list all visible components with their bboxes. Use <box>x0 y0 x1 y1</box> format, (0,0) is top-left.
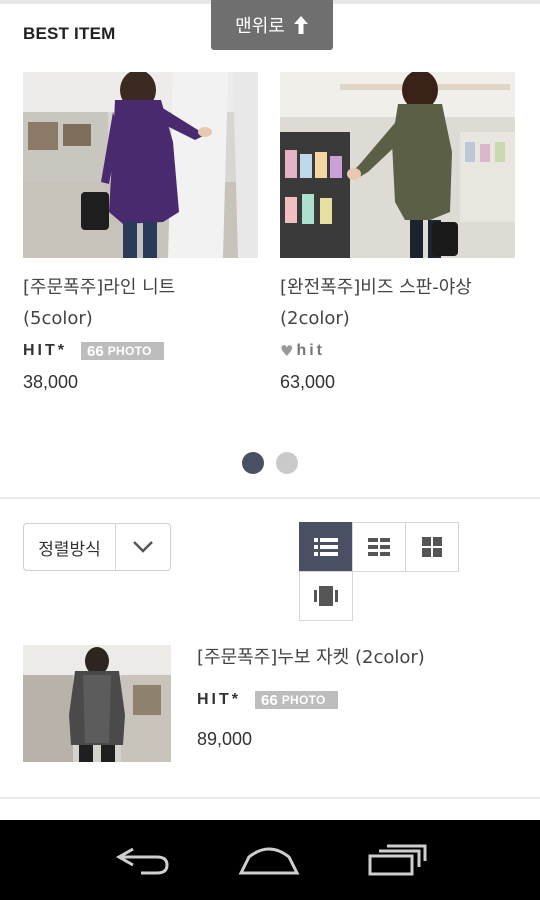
back-icon[interactable] <box>113 843 171 877</box>
grid-2-view-button[interactable] <box>352 522 406 572</box>
recent-apps-icon[interactable] <box>367 843 427 877</box>
product-name-line: (2color) <box>280 308 350 329</box>
section-title: BEST ITEM <box>23 24 116 43</box>
sort-dropdown[interactable]: 정렬방식 <box>23 523 171 571</box>
photo-count: 66 <box>87 342 104 360</box>
photo-label: PHOTO <box>107 344 152 358</box>
product-image[interactable] <box>23 72 258 258</box>
list-view-button[interactable] <box>299 522 353 572</box>
arrow-up-icon <box>293 16 308 34</box>
sort-dropdown-button[interactable] <box>116 524 170 570</box>
product-image[interactable] <box>280 72 515 258</box>
product-price: 38,000 <box>23 372 79 392</box>
badge-row: HIT* 66 PHOTO <box>197 691 425 709</box>
hit-badge: HIT* <box>197 691 241 708</box>
hit-badge: HIT* <box>23 342 67 359</box>
carousel-dot[interactable] <box>276 452 298 474</box>
view-mode-toggle <box>299 522 459 621</box>
home-icon[interactable] <box>237 843 301 877</box>
product-name[interactable]: [완전폭주]비즈 스판-야상 (2color) <box>280 272 515 334</box>
chevron-down-icon <box>133 541 153 553</box>
product-name-line: [주문폭주]라인 니트 <box>23 277 176 298</box>
photo-count: 66 <box>261 691 278 709</box>
to-top-label: 맨위로 <box>235 16 285 37</box>
product-card[interactable]: [완전폭주]비즈 스판-야상 (2color) ♥ hit 63,000 <box>280 72 515 393</box>
product-image[interactable] <box>23 645 171 762</box>
product-card[interactable]: [주문폭주]라인 니트 (5color) HIT* 66 PHOTO 38,00… <box>23 72 258 393</box>
hit-label: hit <box>296 342 325 359</box>
sort-label: 정렬방식 <box>24 524 116 570</box>
carousel-pagination <box>0 452 540 474</box>
photo-review-badge: 66 PHOTO <box>81 342 164 360</box>
section-divider <box>0 497 540 499</box>
system-nav-bar <box>0 820 540 900</box>
single-view-icon <box>314 586 338 606</box>
scroll-to-top-button[interactable]: 맨위로 <box>211 0 333 50</box>
photo-review-badge: 66 PHOTO <box>255 691 338 709</box>
product-name-line: (5color) <box>23 308 93 329</box>
list-view-icon <box>314 538 338 556</box>
list-item[interactable]: [주문폭주]누보 자켓 (2color) HIT* 66 PHOTO 89,00… <box>23 645 523 763</box>
grid-2-view-icon <box>368 538 390 556</box>
photo-label: PHOTO <box>281 693 326 707</box>
grid-4-view-icon <box>422 537 442 557</box>
heart-icon: ♥ <box>280 342 294 360</box>
product-name[interactable]: [주문폭주]라인 니트 (5color) <box>23 272 258 334</box>
grid-4-view-button[interactable] <box>405 522 459 572</box>
product-price: 89,000 <box>197 729 253 749</box>
product-price: 63,000 <box>280 372 336 392</box>
section-divider <box>0 797 540 799</box>
product-name[interactable]: [주문폭주]누보 자켓 (2color) <box>197 645 425 671</box>
list-item-info: [주문폭주]누보 자켓 (2color) HIT* 66 PHOTO 89,00… <box>197 645 425 750</box>
badge-row: HIT* 66 PHOTO <box>23 341 258 361</box>
carousel-dot-active[interactable] <box>242 452 264 474</box>
hit-badge: ♥ hit <box>280 342 325 360</box>
badge-row: ♥ hit <box>280 341 515 361</box>
product-name-line: [완전폭주]비즈 스판-야상 <box>280 277 472 298</box>
single-view-button[interactable] <box>299 571 353 621</box>
